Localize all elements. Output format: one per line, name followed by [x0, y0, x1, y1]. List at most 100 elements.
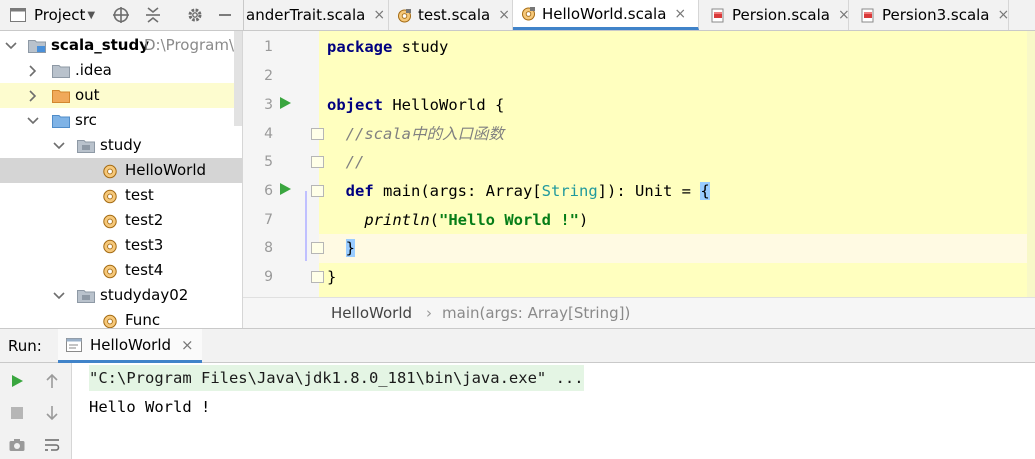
tree-scrollbar[interactable]	[234, 31, 242, 126]
up-arrow-icon[interactable]	[40, 369, 64, 393]
line-number: 7	[264, 212, 273, 228]
chevron-right-icon[interactable]	[26, 83, 40, 108]
tab-persion3[interactable]: Persion3.scala ×	[849, 0, 1009, 30]
current-line-highlight	[319, 234, 1035, 263]
gear-icon[interactable]	[184, 0, 206, 30]
rerun-play-icon[interactable]	[5, 369, 29, 393]
fold-marker-icon[interactable]	[311, 271, 324, 283]
down-arrow-icon[interactable]	[40, 401, 64, 425]
tree-item-study[interactable]: study	[0, 133, 242, 158]
fold-marker-icon[interactable]	[311, 156, 324, 168]
code-line[interactable]: }	[327, 234, 356, 263]
line-number: 3	[264, 97, 273, 113]
tree-item-label: scala_study	[51, 36, 149, 54]
tree-item-out[interactable]: out	[0, 83, 242, 108]
tree-item-label: studyday02	[100, 286, 189, 304]
tree-item-label: study	[100, 136, 142, 154]
fold-marker-icon[interactable]	[311, 242, 324, 254]
close-icon[interactable]: ×	[181, 336, 194, 354]
breadcrumb-separator: ›	[426, 304, 433, 322]
orange-folder-icon	[52, 89, 70, 107]
gray-folder-icon	[52, 64, 70, 82]
run-gutter-icon[interactable]	[280, 97, 291, 109]
run-console-output[interactable]: "C:\Program Files\Java\jdk1.8.0_181\bin\…	[72, 363, 1035, 459]
code-token: {	[700, 182, 710, 200]
scala-object-icon	[102, 163, 118, 183]
project-tree: scala_study D:\Program\Id .idea out src	[0, 31, 243, 328]
tab-test[interactable]: test.scala ×	[389, 0, 513, 30]
console-output-line: Hello World !	[89, 398, 211, 416]
tree-item-test[interactable]: test	[0, 183, 242, 208]
line-number: 9	[264, 269, 273, 285]
tab-persion[interactable]: Persion.scala ×	[699, 0, 850, 30]
chevron-down-icon[interactable]	[4, 33, 18, 58]
breadcrumb-item[interactable]: HelloWorld	[331, 304, 412, 322]
run-tab-helloworld[interactable]: HelloWorld ×	[58, 329, 202, 363]
editor-scrollbar[interactable]	[1027, 31, 1035, 297]
close-icon[interactable]: ×	[498, 7, 510, 23]
soft-wrap-icon[interactable]	[40, 433, 64, 457]
code-line[interactable]: //scala中的入口函数	[327, 120, 504, 149]
tab-label: anderTrait.scala	[246, 6, 366, 24]
code-line[interactable]: package study	[327, 33, 448, 62]
close-icon[interactable]: ×	[838, 7, 850, 23]
line-number: 8	[264, 240, 273, 256]
code-token: }	[345, 239, 356, 257]
code-token: "Hello World !"	[439, 211, 579, 229]
run-tab-label: HelloWorld	[90, 335, 172, 354]
code-token: ]): Unit =	[597, 182, 701, 200]
tree-item-func[interactable]: Func	[0, 308, 242, 328]
scala-object-icon	[102, 238, 118, 258]
tree-item-label: out	[75, 86, 100, 104]
chevron-down-icon[interactable]	[52, 283, 66, 308]
console-icon	[66, 337, 82, 352]
scala-object-icon	[521, 6, 536, 21]
tab-helloworld[interactable]: HelloWorld.scala ×	[513, 0, 699, 30]
hide-minus-icon[interactable]	[214, 0, 236, 30]
chevron-down-icon[interactable]	[52, 133, 66, 158]
breadcrumb-item[interactable]: main(args: Array[String])	[442, 304, 630, 322]
code-line[interactable]: def main(args: Array[String]): Unit = {	[327, 177, 710, 206]
console-command-line: "C:\Program Files\Java\jdk1.8.0_181\bin\…	[89, 365, 584, 391]
collapse-all-icon[interactable]	[142, 0, 164, 30]
tree-item-studyday02[interactable]: studyday02	[0, 283, 242, 308]
project-title: Project	[34, 6, 86, 24]
close-icon[interactable]: ×	[373, 7, 385, 23]
stop-icon[interactable]	[5, 401, 29, 425]
scala-class-icon	[861, 7, 876, 23]
locate-target-icon[interactable]	[110, 0, 132, 30]
scala-class-icon	[711, 7, 726, 23]
code-line[interactable]: println("Hello World !")	[327, 206, 588, 235]
tree-item-label: test3	[125, 236, 164, 254]
code-line[interactable]: object HelloWorld {	[327, 91, 504, 120]
tab-andertrait[interactable]: anderTrait.scala ×	[244, 0, 389, 30]
fold-marker-icon[interactable]	[311, 185, 324, 197]
tree-item-test4[interactable]: test4	[0, 258, 242, 283]
code-token: def	[345, 182, 374, 200]
tab-label: test.scala	[418, 6, 491, 24]
chevron-down-icon[interactable]	[26, 108, 40, 133]
run-gutter-icon[interactable]	[280, 183, 291, 195]
camera-icon[interactable]	[5, 433, 29, 457]
code-line[interactable]: //	[327, 148, 365, 177]
tree-item-label: .idea	[75, 61, 112, 79]
project-window-icon[interactable]	[8, 0, 28, 30]
code-line[interactable]: }	[327, 263, 336, 292]
blue-folder-icon	[52, 114, 70, 132]
tab-label: Persion3.scala	[882, 6, 990, 24]
tree-item-test3[interactable]: test3	[0, 233, 242, 258]
code-editor[interactable]: 1 2 3 4 5 6 7 8 9 package study object He…	[243, 31, 1035, 297]
project-view-selector[interactable]: Project ▼	[34, 0, 95, 30]
tree-item-scala-study[interactable]: scala_study D:\Program\Id	[0, 33, 242, 58]
tree-item-label: HelloWorld	[125, 161, 207, 179]
tree-item-idea[interactable]: .idea	[0, 58, 242, 83]
fold-marker-icon[interactable]	[311, 128, 324, 140]
tree-item-test2[interactable]: test2	[0, 208, 242, 233]
tree-item-src[interactable]: src	[0, 108, 242, 133]
tree-item-helloworld[interactable]: HelloWorld	[0, 158, 242, 183]
close-icon[interactable]: ×	[998, 7, 1010, 23]
close-icon[interactable]: ×	[674, 6, 686, 22]
code-token: //	[327, 153, 365, 171]
chevron-right-icon[interactable]	[26, 58, 40, 83]
